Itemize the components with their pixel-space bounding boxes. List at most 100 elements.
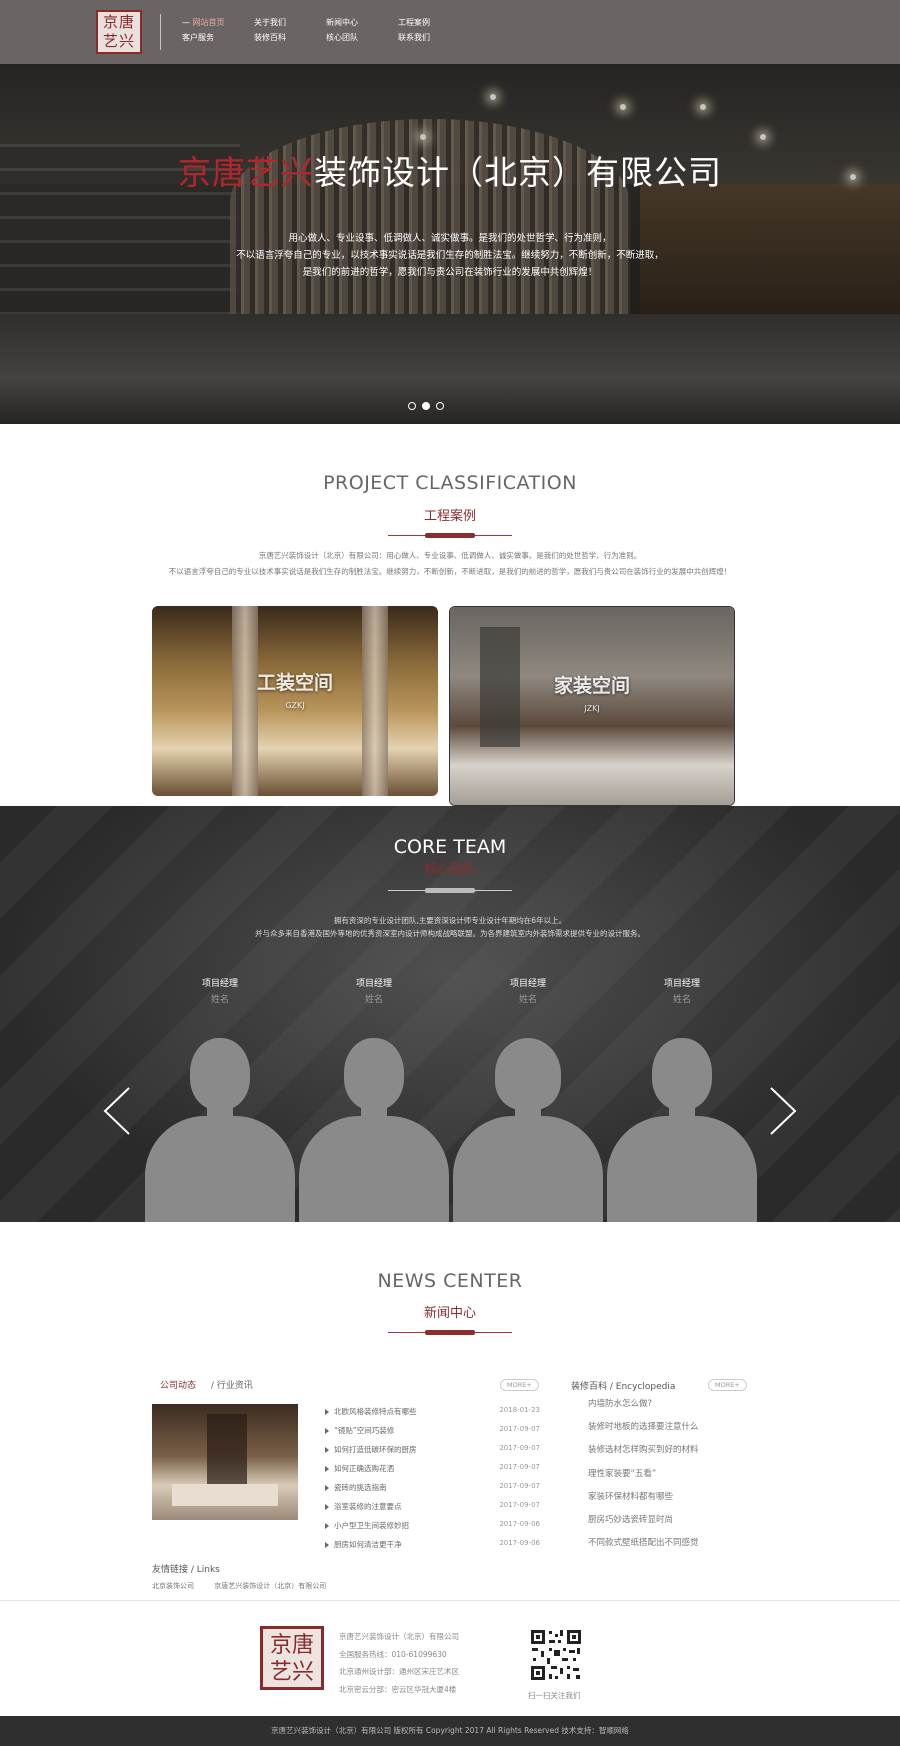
tab-company-news[interactable]: 公司动态	[160, 1381, 196, 1391]
news-list: 北欧风格装修特点有哪些 2018-01-23 “镜贴”空间巧装修 2017-09-0…	[325, 1406, 540, 1558]
member-role: 项目经理	[201, 979, 238, 989]
news-item-date: 2018-01-23	[499, 1406, 540, 1414]
hero-banner: 京唐艺兴装饰设计（北京）有限公司 用心做人、专业设事、低调做人、诚实做事。是我们…	[0, 64, 900, 424]
member-silhouette-head	[495, 1038, 561, 1110]
member-silhouette-body	[453, 1116, 603, 1222]
slider-dot-2[interactable]	[422, 402, 430, 410]
news-item[interactable]: 浴室装修的注意要点 2017-09-07	[325, 1501, 540, 1520]
thumb-decor	[172, 1484, 278, 1506]
projects-title-en: PROJECT CLASSIFICATION	[323, 472, 577, 494]
encyclopedia-item[interactable]: 不同款式壁纸搭配出不同感觉	[588, 1536, 738, 1559]
team-member[interactable]: 项目经理 姓名	[451, 976, 605, 1222]
member-silhouette-head	[344, 1038, 404, 1110]
divider	[0, 1600, 900, 1601]
news-item[interactable]: 北欧风格装修特点有哪些 2018-01-23	[325, 1406, 540, 1425]
news-item-title: 厨房如何清洁更干净	[334, 1540, 402, 1549]
nav-encyclopedia[interactable]: 装修百科	[254, 32, 326, 43]
hero-text: 用心做人、专业设事、低调做人、诚实做事。是我们的处世哲学、行为准则， 不以语言浮…	[0, 230, 900, 281]
encyclopedia-item[interactable]: 装修选材怎样购买到好的材料	[588, 1443, 738, 1466]
team-member[interactable]: 项目经理 姓名	[297, 976, 451, 1222]
triangle-bullet-icon	[325, 1409, 329, 1415]
qr-code-icon	[529, 1628, 583, 1682]
chevron-right-icon	[770, 1087, 797, 1135]
encyclopedia-item[interactable]: 理性家装要“五看”	[588, 1467, 738, 1490]
footer-hotline: 全国服务热线：010-61099630	[339, 1649, 447, 1659]
news-item-title: 浴室装修的注意要点	[334, 1502, 402, 1511]
project-card-residential[interactable]: 家装空间 JZKJ	[449, 606, 735, 806]
site-header: 京唐 艺兴 网站首页 关于我们 新闻中心 工程案例 客户服务 装修百科 核心团队…	[0, 0, 900, 64]
news-item[interactable]: “镜贴”空间巧装修 2017-09-07	[325, 1425, 540, 1444]
team-desc-line: 并与众多来自香港及国外等地的优秀资深室内设计师构成战略联盟。为各界建筑室内外装饰…	[255, 929, 645, 938]
member-name: 姓名	[210, 995, 229, 1005]
team-member[interactable]: 项目经理 姓名	[605, 976, 759, 1222]
nav-about[interactable]: 关于我们	[254, 17, 326, 28]
encyclopedia-title: 装修百科 / Encyclopedia	[571, 1382, 676, 1392]
encyclopedia-item[interactable]: 内墙防水怎么做?	[588, 1397, 738, 1420]
triangle-bullet-icon	[325, 1466, 329, 1472]
news-item[interactable]: 瓷砖的挑选指南 2017-09-07	[325, 1482, 540, 1501]
project-card-commercial[interactable]: 工装空间 GZKJ	[152, 606, 438, 796]
project-card-caption: 家装空间 JZKJ	[450, 671, 734, 713]
nav-news[interactable]: 新闻中心	[326, 17, 398, 28]
team-section: CORE TEAM 核心团队 拥有资深的专业设计团队,主要资深设计师专业设计年期…	[0, 806, 900, 1222]
section-ornament	[388, 1330, 512, 1336]
member-role: 项目经理	[509, 979, 546, 989]
encyclopedia-more-button[interactable]: MORE+	[708, 1379, 747, 1391]
encyclopedia-list: 内墙防水怎么做? 装修时地板的选择要注意什么 装修选材怎样购买到好的材料 理性家…	[588, 1397, 738, 1559]
friend-links: 北京装饰公司 京唐艺兴装饰设计（北京）有限公司	[152, 1581, 344, 1591]
triangle-bullet-icon	[325, 1485, 329, 1491]
qr-caption: 扫一扫关注我们	[528, 1691, 581, 1700]
hero-title-brand: 京唐艺兴	[178, 153, 314, 192]
team-next-arrow[interactable]	[769, 1086, 797, 1136]
thumb-decor	[207, 1414, 247, 1484]
friend-link[interactable]: 京唐艺兴装饰设计（北京）有限公司	[214, 1582, 326, 1590]
news-item[interactable]: 小户型卫生间装修妙招 2017-09-06	[325, 1520, 540, 1539]
projects-desc: 京唐艺兴装饰设计（北京）有限公司：用心做人、专业设事、低调做人、诚实做事。是我们…	[0, 548, 900, 580]
team-title-en: CORE TEAM	[393, 836, 507, 858]
encyclopedia-item[interactable]: 厨房巧妙选瓷砖显时尚	[588, 1513, 738, 1536]
member-silhouette-head	[652, 1038, 712, 1110]
team-prev-arrow[interactable]	[103, 1086, 131, 1136]
triangle-bullet-icon	[325, 1428, 329, 1434]
nav-team[interactable]: 核心团队	[326, 32, 398, 43]
encyclopedia-item[interactable]: 家装环保材料都有哪些	[588, 1490, 738, 1513]
tab-industry-news[interactable]: / 行业资讯	[211, 1381, 253, 1391]
news-item[interactable]: 厨房如何清洁更干净 2017-09-06	[325, 1539, 540, 1558]
slider-dot-1[interactable]	[408, 402, 416, 410]
friend-links-title: 友情链接 / Links	[152, 1565, 220, 1575]
member-silhouette-head	[190, 1038, 250, 1110]
member-role: 项目经理	[355, 979, 392, 989]
logo[interactable]: 京唐 艺兴	[96, 10, 142, 54]
news-item-date: 2017-09-06	[499, 1539, 540, 1547]
footer-address-1: 北京通州设计部：通州区宋庄艺术区	[339, 1667, 459, 1676]
project-card-title: 家装空间	[553, 675, 630, 697]
slider-dots	[408, 402, 444, 410]
nav-contact[interactable]: 联系我们	[398, 32, 470, 43]
news-item-date: 2017-09-07	[499, 1425, 540, 1433]
news-tabs: 公司动态 / 行业资讯	[160, 1378, 253, 1391]
slider-dot-3[interactable]	[436, 402, 444, 410]
nav-projects[interactable]: 工程案例	[398, 17, 470, 28]
news-item-title: 北欧风格装修特点有哪些	[334, 1407, 417, 1416]
hero-text-line: 是我们的前进的哲学，愿我们与贵公司在装饰行业的发展中共创辉煌！	[302, 267, 598, 278]
encyclopedia-item[interactable]: 装修时地板的选择要注意什么	[588, 1420, 738, 1443]
nav-service[interactable]: 客户服务	[182, 32, 254, 43]
triangle-bullet-icon	[325, 1542, 329, 1548]
news-item-date: 2017-09-06	[499, 1520, 540, 1528]
nav-home[interactable]: 网站首页	[182, 17, 254, 28]
page: 京唐 艺兴 网站首页 关于我们 新闻中心 工程案例 客户服务 装修百科 核心团队…	[0, 0, 900, 1746]
news-more-button[interactable]: MORE+	[500, 1379, 539, 1391]
footer-company: 京唐艺兴装饰设计（北京）有限公司	[339, 1632, 459, 1641]
footer-logo-line-2: 艺兴	[269, 1660, 314, 1685]
main-nav: 网站首页 关于我们 新闻中心 工程案例 客户服务 装修百科 核心团队 联系我们	[182, 17, 472, 43]
hero-text-line: 不以语言浮夸自己的专业，以技术事实说话是我们生存的制胜法宝。继续努力，不断创新，…	[236, 250, 664, 261]
news-item[interactable]: 如何打造低碳环保的厨房 2017-09-07	[325, 1444, 540, 1463]
news-item[interactable]: 如何正确选购花洒 2017-09-07	[325, 1463, 540, 1482]
friend-link[interactable]: 北京装饰公司	[152, 1582, 194, 1590]
member-name: 姓名	[364, 995, 383, 1005]
news-thumbnail[interactable]	[152, 1404, 298, 1520]
team-member[interactable]: 项目经理 姓名	[143, 976, 297, 1222]
logo-text-line-2: 艺兴	[102, 32, 135, 50]
news-item-title: 小户型卫生间装修妙招	[334, 1521, 409, 1530]
news-item-date: 2017-09-07	[499, 1482, 540, 1490]
